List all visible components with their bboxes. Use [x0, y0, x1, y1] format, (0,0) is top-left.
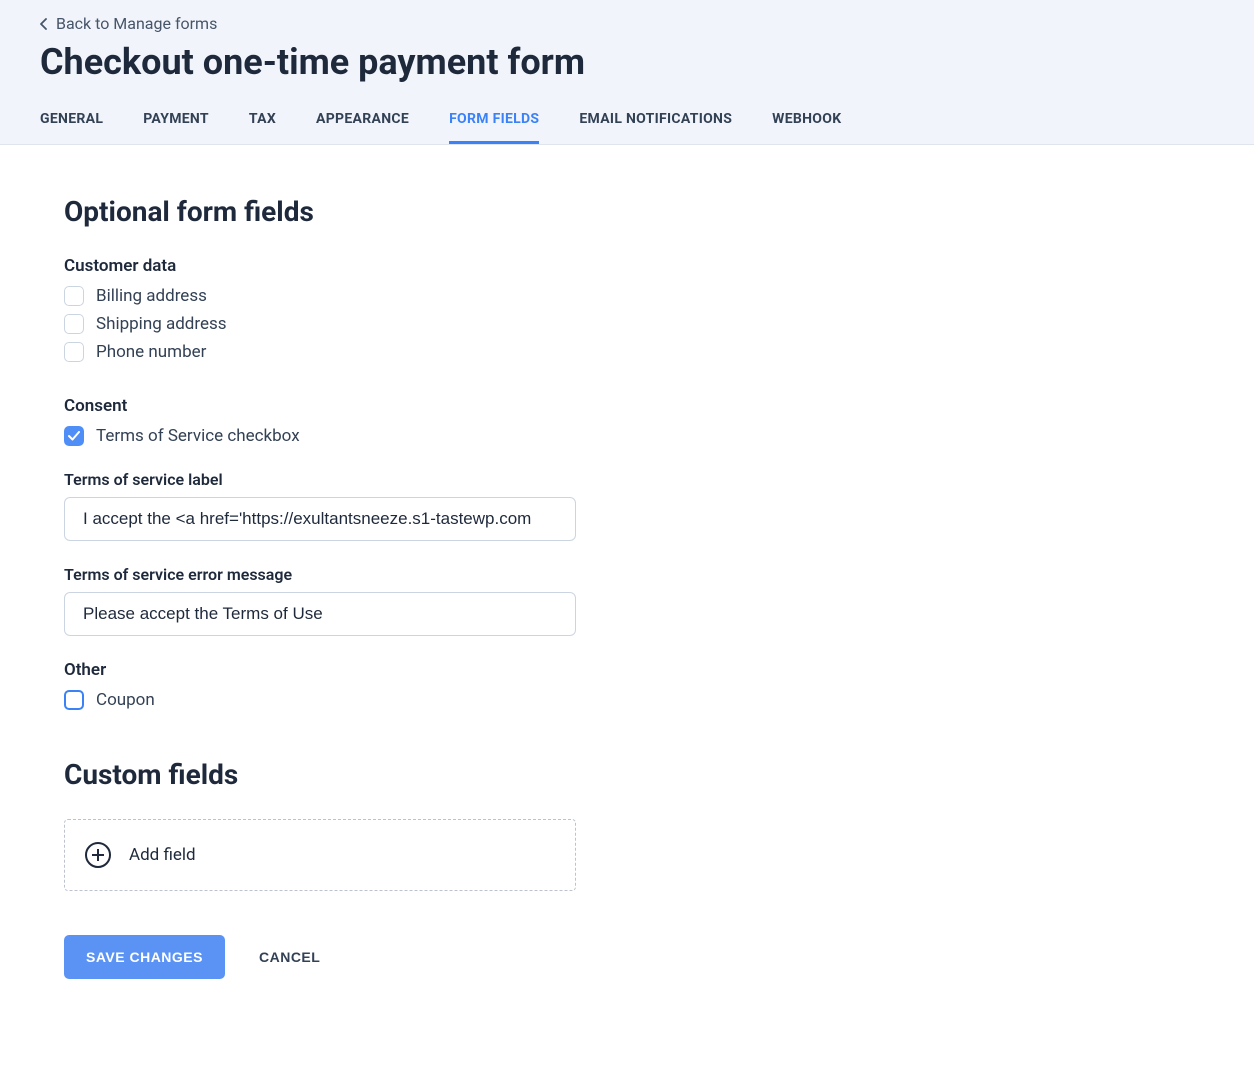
customer-data-item-checkbox[interactable] — [64, 286, 84, 306]
customer-data-item-checkbox[interactable] — [64, 342, 84, 362]
other-item-label: Coupon — [96, 690, 155, 710]
tab-payment[interactable]: PAYMENT — [143, 111, 209, 144]
tab-general[interactable]: GENERAL — [40, 111, 103, 144]
page-title: Checkout one-time payment form — [40, 41, 1214, 83]
customer-data-item-checkbox[interactable] — [64, 314, 84, 334]
customer-data-label: Customer data — [64, 256, 616, 276]
consent-label: Consent — [64, 396, 616, 416]
form-actions: SAVE CHANGES CANCEL — [64, 935, 616, 979]
plus-circle-icon — [85, 842, 111, 868]
back-link[interactable]: Back to Manage forms — [40, 14, 217, 33]
chevron-left-icon — [40, 18, 48, 30]
other-label: Other — [64, 660, 616, 680]
tab-appearance[interactable]: APPEARANCE — [316, 111, 409, 144]
tabs: GENERAL PAYMENT TAX APPEARANCE FORM FIELDS EM… — [40, 111, 1214, 144]
customer-data-item-row: Phone number — [64, 342, 616, 362]
content: Optional form fields Customer data Billi… — [0, 145, 680, 1029]
consent-item-row: Terms of Service checkbox — [64, 426, 616, 446]
tab-email-notifications[interactable]: EMAIL NOTIFICATIONS — [579, 111, 732, 144]
tab-tax[interactable]: TAX — [249, 111, 276, 144]
customer-data-item-label: Billing address — [96, 286, 207, 306]
customer-data-item-label: Shipping address — [96, 314, 227, 334]
consent-item-checkbox[interactable] — [64, 426, 84, 446]
customer-data-item-row: Shipping address — [64, 314, 616, 334]
tos-label-field-label: Terms of service label — [64, 470, 616, 489]
tos-label-input[interactable] — [64, 497, 576, 541]
back-link-label: Back to Manage forms — [56, 14, 217, 33]
optional-fields-title: Optional form fields — [64, 195, 616, 228]
tos-error-input[interactable] — [64, 592, 576, 636]
consent-item-label: Terms of Service checkbox — [96, 426, 300, 446]
add-field-button[interactable]: Add field — [64, 819, 576, 891]
other-item-row: Coupon — [64, 690, 616, 710]
tab-webhook[interactable]: WEBHOOK — [772, 111, 841, 144]
add-field-label: Add field — [129, 845, 196, 865]
save-button[interactable]: SAVE CHANGES — [64, 935, 225, 979]
other-item-checkbox[interactable] — [64, 690, 84, 710]
custom-fields-title: Custom fields — [64, 758, 616, 791]
customer-data-item-row: Billing address — [64, 286, 616, 306]
tos-error-field-label: Terms of service error message — [64, 565, 616, 584]
cancel-button[interactable]: CANCEL — [259, 949, 320, 965]
customer-data-item-label: Phone number — [96, 342, 206, 362]
tab-form-fields[interactable]: FORM FIELDS — [449, 111, 539, 144]
page-header: Back to Manage forms Checkout one-time p… — [0, 0, 1254, 145]
